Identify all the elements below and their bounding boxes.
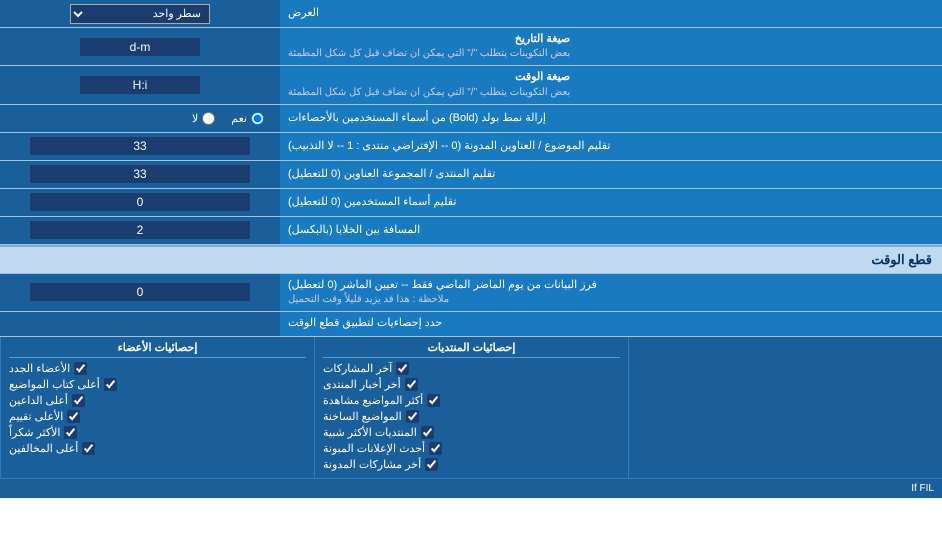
checkbox-col-forums: إحصائيات المنتديات آخر المشاركات أخر أخب… bbox=[314, 337, 628, 478]
forum-titles-label: تقليم المنتدى / المجموعة العناوين (0 للت… bbox=[280, 161, 942, 188]
bold-remove-input-cell: نعم لا bbox=[0, 105, 280, 132]
ard-dropdown[interactable]: سطر واحد bbox=[70, 4, 210, 24]
cb-item-akhbar: أخر أخبار المنتدى bbox=[323, 378, 620, 391]
cb-item-ilanat: أحدث الإعلانات المبونة bbox=[323, 442, 620, 455]
forum-titles-input[interactable] bbox=[30, 165, 250, 183]
checkbox-col-empty bbox=[628, 337, 942, 478]
ard-row: العرض سطر واحد bbox=[0, 0, 942, 28]
time-format-input[interactable] bbox=[80, 76, 200, 94]
date-format-input-cell bbox=[0, 28, 280, 65]
cb-saakha[interactable] bbox=[406, 410, 419, 423]
cb-kottab[interactable] bbox=[104, 378, 117, 391]
date-format-input[interactable] bbox=[80, 38, 200, 56]
cb-item-mukhalefeen: أعلى المخالفين bbox=[9, 442, 306, 455]
radio-yes-label[interactable]: نعم bbox=[231, 112, 264, 125]
cells-gap-label: المسافة بين الخلايا (بالبكسل) bbox=[280, 217, 942, 244]
cb-ilanat[interactable] bbox=[429, 442, 442, 455]
date-format-label: صيغة التاريخ بعض التكوينات يتطلب "/" الت… bbox=[280, 28, 942, 65]
cb-jadod[interactable] bbox=[74, 362, 87, 375]
cb-item-akhar-mosharkaat: آخر المشاركات bbox=[323, 362, 620, 375]
cb-item-shokr: الأكثر شكراً bbox=[9, 426, 306, 439]
cb-item-mostahda: أكثر المواضيع مشاهدة bbox=[323, 394, 620, 407]
time-format-label-text: صيغة الوقت بعض التكوينات يتطلب "/" التي … bbox=[288, 70, 570, 99]
radio-no-label[interactable]: لا bbox=[192, 112, 215, 125]
time-format-label: صيغة الوقت بعض التكوينات يتطلب "/" التي … bbox=[280, 66, 942, 103]
members-names-input-cell bbox=[0, 189, 280, 216]
stats-header-row: حدد إحصاءيات لتطبيق قطع الوقت bbox=[0, 312, 942, 336]
radio-no[interactable] bbox=[202, 112, 215, 125]
checkbox-col-members: إحصائيات الأعضاء الأعضاء الجدد أعلى كتاب… bbox=[0, 337, 314, 478]
cells-gap-row: المسافة بين الخلايا (بالبكسل) bbox=[0, 217, 942, 245]
cb-mukhalefeen[interactable] bbox=[82, 442, 95, 455]
bottom-note: If FIL bbox=[0, 478, 942, 498]
members-names-input[interactable] bbox=[30, 193, 250, 211]
topics-titles-label: تقليم الموضوع / العناوين المدونة (0 -- ا… bbox=[280, 133, 942, 160]
stats-header-label: حدد إحصاءيات لتطبيق قطع الوقت bbox=[280, 312, 942, 335]
topics-titles-row: تقليم الموضوع / العناوين المدونة (0 -- ا… bbox=[0, 133, 942, 161]
cut-time-input-cell bbox=[0, 274, 280, 311]
main-container: العرض سطر واحد صيغة التاريخ بعض التكوينا… bbox=[0, 0, 942, 498]
checkboxes-grid: إحصائيات المنتديات آخر المشاركات أخر أخب… bbox=[0, 337, 942, 478]
cb-mosharkaat-madona[interactable] bbox=[425, 458, 438, 471]
forum-titles-input-cell bbox=[0, 161, 280, 188]
cb-item-daein: أعلى الداعين bbox=[9, 394, 306, 407]
cb-akhbar[interactable] bbox=[405, 378, 418, 391]
forums-col-header: إحصائيات المنتديات bbox=[323, 341, 620, 358]
members-names-row: تقليم أسماء المستخدمين (0 للتعطيل) bbox=[0, 189, 942, 217]
time-format-row: صيغة الوقت بعض التكوينات يتطلب "/" التي … bbox=[0, 66, 942, 104]
cb-item-kottab: أعلى كتاب المواضيع bbox=[9, 378, 306, 391]
cells-gap-input[interactable] bbox=[30, 221, 250, 239]
cb-mostahda[interactable] bbox=[427, 394, 440, 407]
cb-item-mosharkaat-madona: أخر مشاركات المدونة bbox=[323, 458, 620, 471]
cut-time-header: قطع الوقت bbox=[0, 245, 942, 274]
cb-shokr[interactable] bbox=[64, 426, 77, 439]
cb-akhar-mosharkaat[interactable] bbox=[396, 362, 409, 375]
stats-header-input-cell bbox=[0, 312, 280, 335]
cb-daein[interactable] bbox=[72, 394, 85, 407]
cb-item-saakha: المواضيع الساخنة bbox=[323, 410, 620, 423]
radio-yes[interactable] bbox=[251, 112, 264, 125]
members-col-header: إحصائيات الأعضاء bbox=[9, 341, 306, 358]
topics-titles-input-cell bbox=[0, 133, 280, 160]
bold-remove-label: إزالة نمط بولد (Bold) من أسماء المستخدمي… bbox=[280, 105, 942, 132]
date-format-label-text: صيغة التاريخ بعض التكوينات يتطلب "/" الت… bbox=[288, 32, 570, 61]
date-format-row: صيغة التاريخ بعض التكوينات يتطلب "/" الت… bbox=[0, 28, 942, 66]
cb-aktar-shbia[interactable] bbox=[421, 426, 434, 439]
cells-gap-input-cell bbox=[0, 217, 280, 244]
cb-item-aktar-shbia: المنتديات الأكثر شبية bbox=[323, 426, 620, 439]
cut-time-row: فرز البيانات من يوم الماضر الماضي فقط --… bbox=[0, 274, 942, 312]
members-names-label: تقليم أسماء المستخدمين (0 للتعطيل) bbox=[280, 189, 942, 216]
cb-item-taqyeem: الأعلى تقييم bbox=[9, 410, 306, 423]
forum-titles-row: تقليم المنتدى / المجموعة العناوين (0 للت… bbox=[0, 161, 942, 189]
cb-item-jadod: الأعضاء الجدد bbox=[9, 362, 306, 375]
cb-taqyeem[interactable] bbox=[67, 410, 80, 423]
cut-time-label: فرز البيانات من يوم الماضر الماضي فقط --… bbox=[280, 274, 942, 311]
ard-input-cell: سطر واحد bbox=[0, 0, 280, 27]
time-format-input-cell bbox=[0, 66, 280, 103]
ard-label: العرض bbox=[280, 0, 942, 27]
cut-time-input[interactable] bbox=[30, 283, 250, 301]
bold-remove-row: إزالة نمط بولد (Bold) من أسماء المستخدمي… bbox=[0, 105, 942, 133]
topics-titles-input[interactable] bbox=[30, 137, 250, 155]
